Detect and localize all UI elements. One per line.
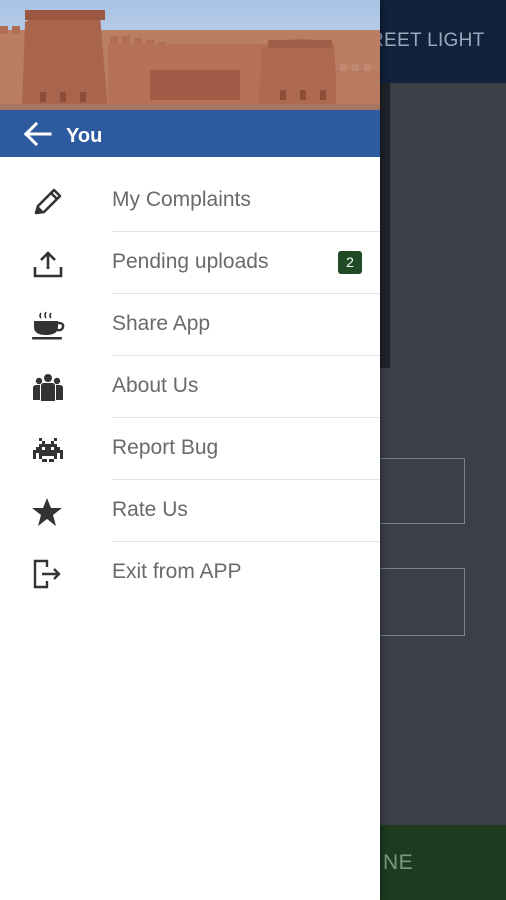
fort-header-image bbox=[0, 0, 380, 110]
menu-item-pending-uploads[interactable]: Pending uploads 2 bbox=[0, 232, 380, 294]
drawer-user-label: You bbox=[66, 125, 103, 147]
star-icon bbox=[32, 498, 62, 526]
menu-label-pending-uploads: Pending uploads bbox=[112, 250, 269, 273]
menu-item-share-app[interactable]: Share App bbox=[0, 294, 380, 356]
menu-item-rate-us[interactable]: Rate Us bbox=[0, 480, 380, 542]
drawer-header-bar: You bbox=[0, 110, 380, 157]
submit-button-label: NE bbox=[383, 851, 414, 874]
pending-count-badge: 2 bbox=[338, 251, 362, 274]
toolbar-title: REET LIGHT bbox=[370, 30, 485, 51]
space-invader-icon bbox=[33, 438, 63, 462]
menu-item-about-us[interactable]: About Us bbox=[0, 356, 380, 418]
upload-icon bbox=[33, 251, 63, 278]
form-field-2 bbox=[380, 568, 465, 636]
menu-item-report-bug[interactable]: Report Bug bbox=[0, 418, 380, 480]
menu-label-report-bug: Report Bug bbox=[112, 436, 219, 459]
menu-label-my-complaints: My Complaints bbox=[112, 188, 251, 211]
back-arrow-icon[interactable] bbox=[24, 122, 52, 146]
menu-label-about-us: About Us bbox=[112, 374, 199, 397]
menu-item-exit[interactable]: Exit from APP bbox=[0, 542, 380, 604]
navigation-drawer: You My Complaints Pending uploads 2 Shar… bbox=[0, 0, 380, 900]
pencil-icon bbox=[34, 188, 62, 215]
drawer-header: You bbox=[0, 0, 380, 157]
menu-label-exit: Exit from APP bbox=[112, 560, 242, 583]
group-icon bbox=[33, 374, 63, 401]
map-preview-edge bbox=[380, 83, 390, 368]
menu-label-rate-us: Rate Us bbox=[112, 498, 188, 521]
exit-icon bbox=[33, 559, 61, 589]
menu-label-share-app: Share App bbox=[112, 312, 211, 335]
form-field-1 bbox=[380, 458, 465, 524]
drawer-menu: My Complaints Pending uploads 2 Share Ap… bbox=[0, 170, 380, 604]
menu-item-my-complaints[interactable]: My Complaints bbox=[0, 170, 380, 232]
coffee-cup-icon bbox=[32, 311, 65, 340]
